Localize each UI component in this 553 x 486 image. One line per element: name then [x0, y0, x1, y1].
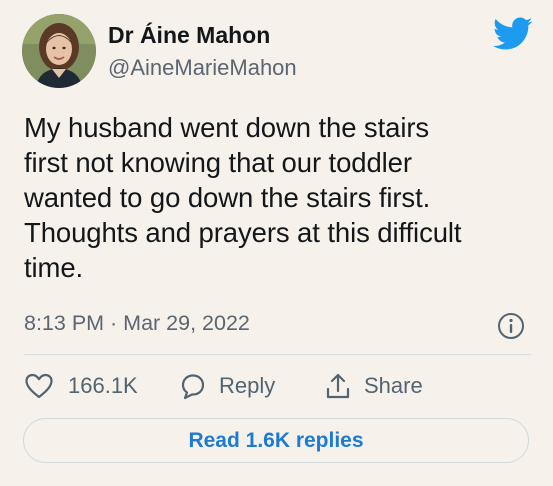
avatar-photo — [22, 14, 96, 88]
tweet-text-line: time. — [24, 252, 84, 283]
reply-button[interactable]: Reply — [179, 368, 275, 404]
speech-bubble-icon — [181, 374, 205, 400]
avatar[interactable] — [22, 14, 96, 88]
tweet-text-line: first not knowing that our toddler — [24, 147, 412, 178]
tweet-text-line: Thoughts and prayers at this difficult — [24, 217, 462, 248]
like-button[interactable]: 166.1K — [24, 368, 138, 404]
tweet-timestamp[interactable]: 8:13 PM · Mar 29, 2022 — [24, 311, 250, 336]
tweet-text-line: My husband went down the stairs — [24, 112, 430, 143]
divider — [24, 354, 531, 355]
reply-label: Reply — [219, 373, 276, 398]
tweet-actions: 166.1K Reply Share — [24, 368, 534, 404]
user-handle[interactable]: @AineMarieMahon — [108, 55, 297, 81]
tweet-text: My husband went down the stairs first no… — [24, 110, 539, 285]
tweet-card: Dr Áine Mahon @AineMarieMahon My husband… — [0, 0, 553, 486]
read-replies-button[interactable]: Read 1.6K replies — [23, 418, 529, 463]
twitter-bird-icon[interactable] — [493, 17, 533, 51]
info-icon[interactable] — [497, 312, 525, 340]
share-label: Share — [364, 373, 423, 398]
display-name[interactable]: Dr Áine Mahon — [108, 22, 270, 49]
heart-icon — [25, 373, 53, 399]
share-button[interactable]: Share — [324, 368, 423, 404]
tweet-text-line: wanted to go down the stairs first. — [24, 182, 431, 213]
like-count: 166.1K — [68, 373, 138, 398]
share-arrow-icon — [326, 373, 350, 399]
